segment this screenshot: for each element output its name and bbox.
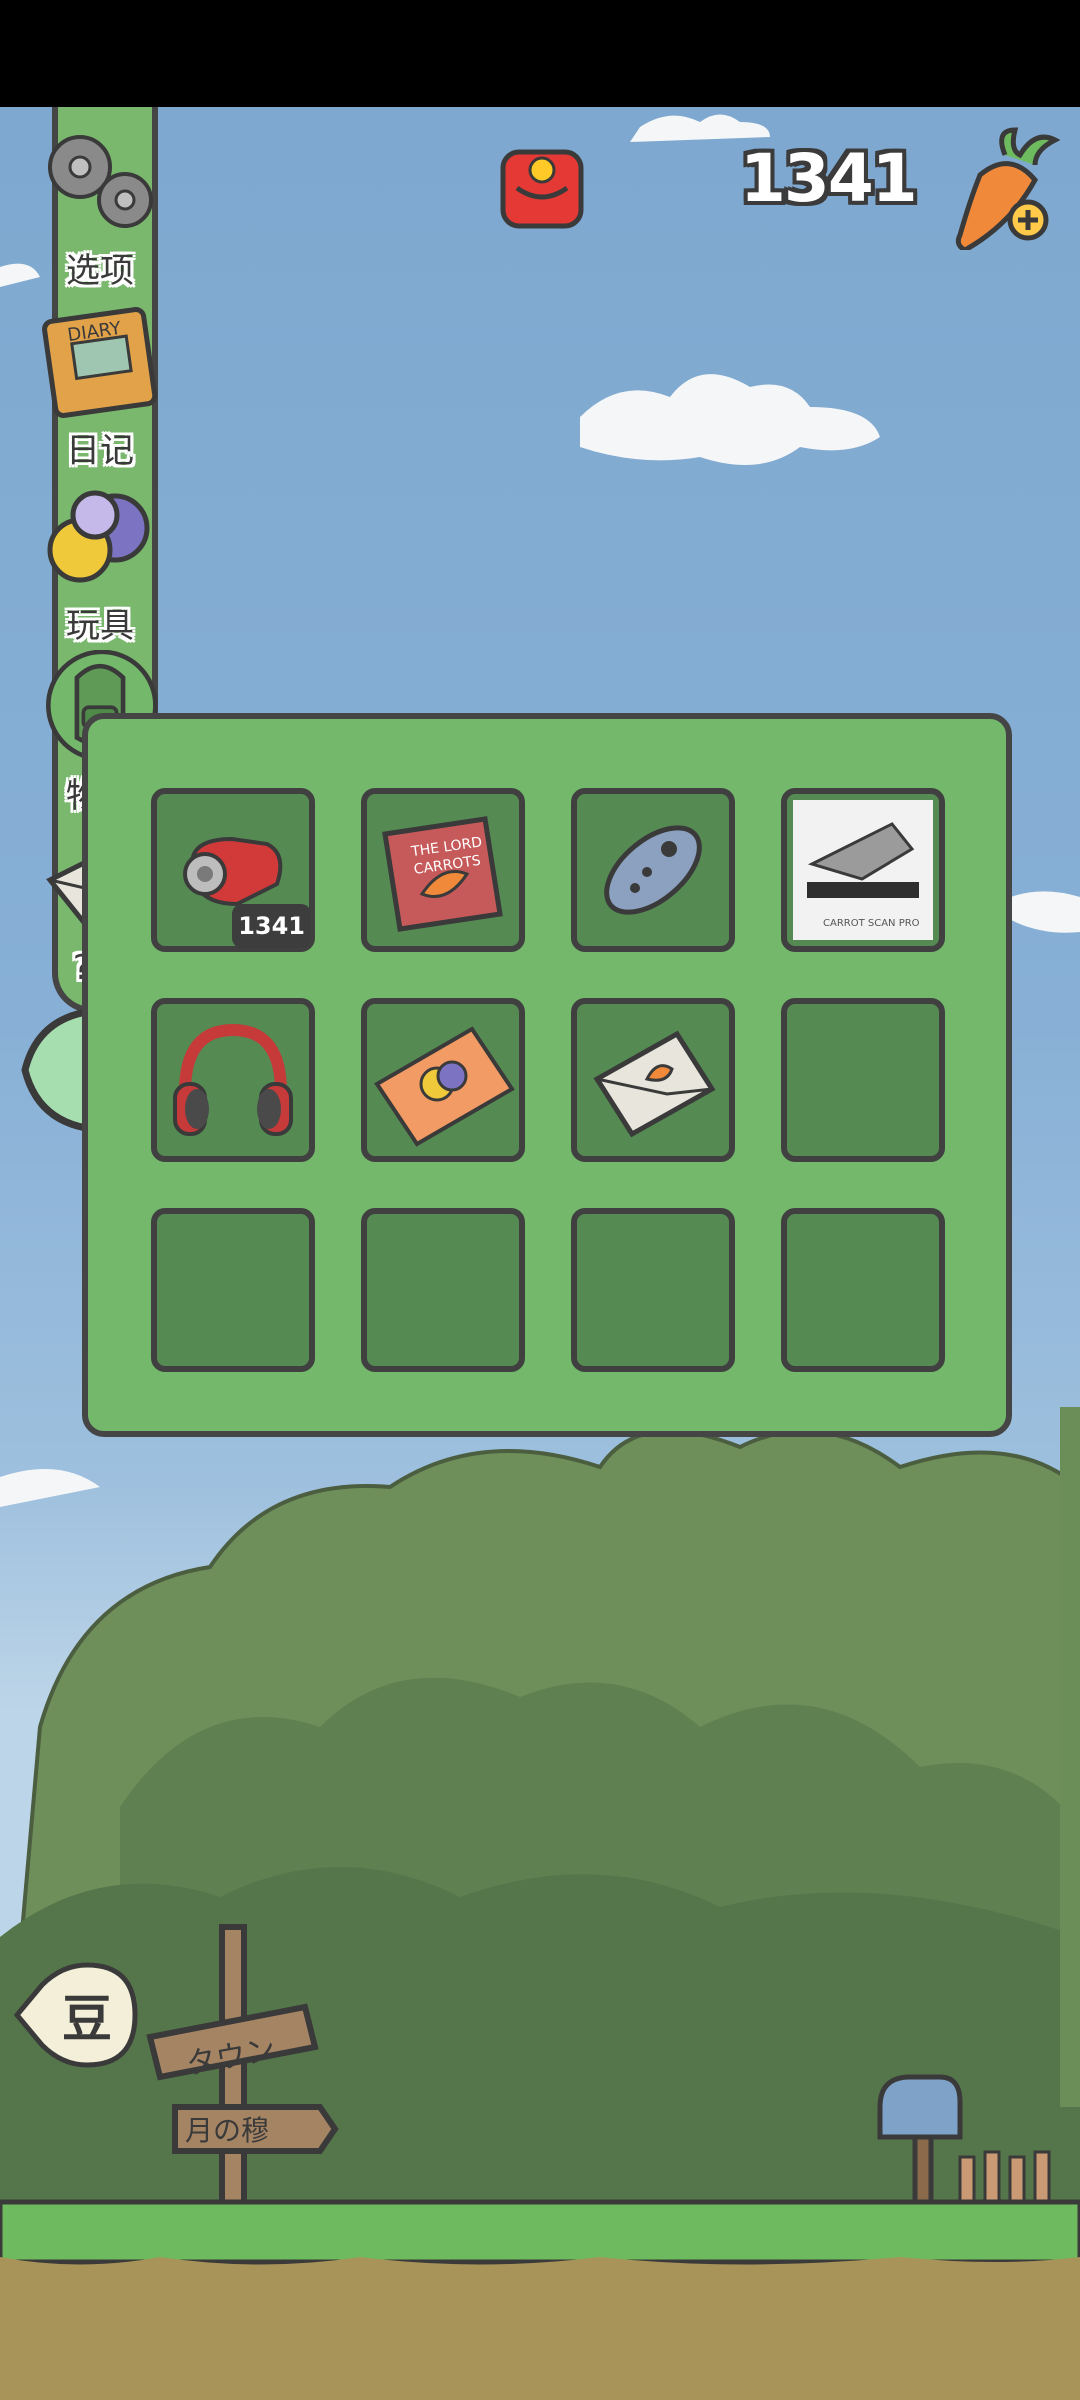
scanner-icon: CARROT SCAN PRO — [793, 800, 933, 940]
ticket-icon — [374, 1026, 515, 1147]
red-envelope-icon[interactable] — [497, 148, 587, 230]
menu-options[interactable]: 选项 — [20, 125, 180, 295]
menu-diary[interactable]: DIARY 日记 — [20, 305, 180, 475]
headphones-icon — [173, 1023, 293, 1136]
toy-balls-icon — [47, 490, 150, 583]
inventory-slot-empty[interactable] — [781, 1208, 945, 1372]
inventory-slot[interactable] — [571, 788, 735, 952]
menu-options-label: 选项 — [66, 251, 134, 291]
sign-moon: 月の穆 — [185, 2114, 269, 2147]
gear-icon — [48, 135, 153, 228]
status-bar — [0, 0, 1080, 107]
inventory-slot-empty[interactable] — [361, 1208, 525, 1372]
bean-button-label: 豆 — [62, 1990, 112, 2048]
inventory-slot[interactable] — [571, 998, 735, 1162]
menu-toys-label: 玩具 — [66, 606, 134, 646]
inventory-slot-empty[interactable] — [781, 998, 945, 1162]
book-icon: THE LORD CARROTS — [382, 816, 503, 932]
inventory-slot[interactable]: THE LORD CARROTS — [361, 788, 525, 952]
inventory-slot[interactable] — [361, 998, 525, 1162]
carrot-count: 1341 — [740, 140, 918, 217]
inventory-slot[interactable]: CARROT SCAN PRO — [781, 788, 945, 952]
inventory-slot-empty[interactable] — [571, 1208, 735, 1372]
svg-text:CARROT SCAN PRO: CARROT SCAN PRO — [823, 918, 920, 929]
envelope-icon — [593, 1030, 716, 1138]
item-count-badge: 1341 — [232, 904, 311, 948]
menu-diary-label: 日记 — [66, 431, 134, 471]
remote-control-icon — [604, 825, 702, 915]
bean-button[interactable]: 豆 — [12, 1958, 140, 2073]
inventory-slot[interactable] — [151, 998, 315, 1162]
menu-toys[interactable]: 玩具 — [20, 480, 180, 650]
inventory-panel: 1341 THE LORD CARROTS CARROT SCAN PRO — [82, 713, 1012, 1437]
carrot-plus-icon[interactable] — [950, 125, 1061, 253]
inventory-slot-empty[interactable] — [151, 1208, 315, 1372]
inventory-slot[interactable]: 1341 — [151, 788, 315, 952]
diary-icon: DIARY — [42, 307, 158, 418]
